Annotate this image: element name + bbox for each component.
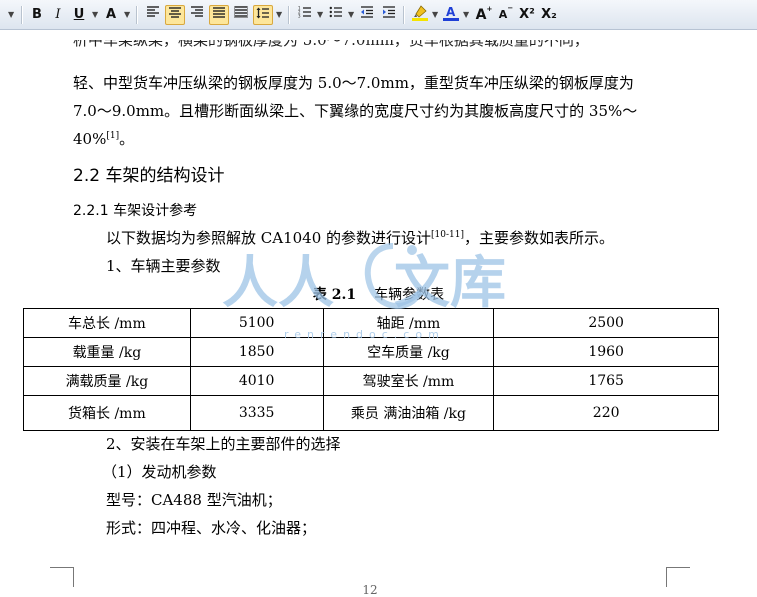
page-corner-mark: [50, 567, 74, 568]
body-text: ，主要参数如表所示。: [464, 229, 615, 247]
grow-font-icon: A: [475, 7, 487, 23]
decrease-indent-icon: [361, 6, 373, 18]
table-cell: 货箱长 /mm: [23, 395, 191, 431]
table-cell: 4010: [189, 366, 324, 396]
highlighter-icon: [412, 5, 428, 21]
list-item: （1）发动机参数: [102, 463, 217, 481]
shrink-font-button[interactable]: A−: [496, 5, 516, 25]
table-caption: 表 2.1 车辆参数表: [0, 284, 757, 304]
body-paragraph-line: 40%[1]。: [73, 129, 134, 149]
highlight-dropdown[interactable]: ▼: [432, 5, 438, 25]
table-cell: 空车质量 /kg: [322, 337, 495, 367]
toolbar-separator: [21, 6, 23, 24]
table-cell: 1850: [189, 337, 324, 367]
table-cell: 车总长 /mm: [23, 308, 191, 338]
align-left-button[interactable]: [143, 5, 163, 25]
justify-button[interactable]: [209, 5, 229, 25]
page-corner-mark: [666, 567, 690, 568]
body-paragraph-line: 7.0～9.0mm。且槽形断面纵梁上、下翼缘的宽度尺寸约为其腹板高度尺寸的 35…: [73, 102, 638, 120]
font-effect-icon: A: [105, 7, 117, 22]
superscript-button[interactable]: X²: [517, 5, 537, 25]
spec-line: 形式：四冲程、水冷、化油器；: [106, 519, 317, 537]
svg-text:3: 3: [298, 14, 301, 19]
table-cell: 3335: [189, 395, 324, 431]
citation-ref[interactable]: [1]: [106, 131, 119, 141]
body-text: 。: [119, 130, 135, 148]
body-text: 以下数据均为参照解放 CA1040 的参数进行设计: [106, 229, 432, 247]
font-color-button[interactable]: A: [441, 5, 461, 25]
highlight-button[interactable]: [410, 5, 430, 25]
align-left-icon: [147, 6, 159, 17]
font-color-icon: A: [443, 5, 459, 21]
align-right-button[interactable]: [187, 5, 207, 25]
toolbar-overflow-dropdown[interactable]: ▼: [8, 5, 14, 25]
section-heading: 2.2 车架的结构设计: [73, 166, 225, 186]
distributed-align-button[interactable]: [231, 5, 251, 25]
grow-font-button[interactable]: A+: [474, 5, 494, 25]
table-row: 载重量 /kg 1850 空车质量 /kg 1960: [23, 337, 719, 367]
table-cell: 载重量 /kg: [23, 337, 191, 367]
align-center-button[interactable]: [165, 5, 185, 25]
table-cell: 满载质量 /kg: [23, 366, 191, 396]
table-row: 满载质量 /kg 4010 驾驶室长 /mm 1765: [23, 366, 719, 396]
font-effect-dropdown[interactable]: ▼: [124, 5, 130, 25]
italic-button[interactable]: I: [49, 5, 67, 25]
underline-dropdown[interactable]: ▼: [92, 5, 98, 25]
line-spacing-icon: [256, 7, 269, 19]
increase-indent-button[interactable]: [379, 5, 399, 25]
line-spacing-dropdown[interactable]: ▼: [276, 5, 282, 25]
decrease-indent-button[interactable]: [357, 5, 377, 25]
table-cell: 5100: [189, 308, 324, 338]
distributed-align-icon: [234, 6, 248, 18]
line-spacing-button[interactable]: [253, 5, 273, 25]
justify-icon: [213, 7, 225, 18]
table-cell: 轴距 /mm: [322, 308, 495, 338]
clipped-text-line: 析中车架纵梁，横梁的钢板厚度为 5.0～7.0mm，货车根据其载质量的不同，: [73, 40, 693, 54]
increase-indent-icon: [383, 6, 395, 18]
subsection-heading: 2.2.1 车架设计参考: [73, 203, 198, 219]
table-row: 货箱长 /mm 3335 乘员 满油油箱 /kg 220: [23, 395, 719, 431]
clipped-text: 析中车架纵梁，横梁的钢板厚度为 5.0～7.0mm，货车根据其载质量的不同，: [73, 40, 589, 49]
numbered-list-button[interactable]: 123: [295, 5, 315, 25]
table-cell: 驾驶室长 /mm: [322, 366, 495, 396]
table-cell: 220: [493, 395, 719, 431]
citation-ref[interactable]: [10-11]: [431, 230, 464, 240]
table-cell: 1765: [493, 366, 719, 396]
bullet-list-dropdown[interactable]: ▼: [348, 5, 354, 25]
bullet-list-button[interactable]: [326, 5, 346, 25]
table-cell: 1960: [493, 337, 719, 367]
subscript-button[interactable]: X₂: [539, 5, 559, 25]
toolbar-separator: [288, 6, 290, 24]
list-item: 2、安装在车架上的主要部件的选择: [106, 435, 341, 453]
table-cell: 2500: [493, 308, 719, 338]
align-right-icon: [191, 6, 203, 17]
body-paragraph-line: 轻、中型货车冲压纵梁的钢板厚度为 5.0～7.0mm，重型货车冲压纵梁的钢板厚度…: [73, 74, 634, 92]
toolbar-separator: [403, 6, 405, 24]
bold-button[interactable]: B: [28, 5, 46, 25]
table-cell: 乘员 满油油箱 /kg: [322, 395, 495, 431]
table-caption-number: 表 2.1: [312, 287, 357, 303]
body-text: 40%: [73, 130, 107, 148]
font-color-dropdown[interactable]: ▼: [463, 5, 469, 25]
page-number: 12: [362, 583, 378, 597]
intro-paragraph: 以下数据均为参照解放 CA1040 的参数进行设计[10-11]，主要参数如表所…: [106, 228, 614, 248]
numbered-list-icon: 123: [298, 6, 311, 19]
svg-text:A: A: [446, 5, 456, 19]
table-row: 车总长 /mm 5100 轴距 /mm 2500: [23, 308, 719, 338]
formatting-toolbar: ▼ B I U ▼ A ▼ ▼ 123 ▼ ▼ ▼ A ▼ A+ A− X² X…: [0, 0, 757, 30]
underline-button[interactable]: U: [70, 5, 88, 25]
toolbar-separator: [136, 6, 138, 24]
table-caption-text: 车辆参数表: [374, 287, 445, 303]
align-center-icon: [169, 7, 181, 18]
bullet-list-icon: [329, 6, 342, 18]
vehicle-parameter-table: 车总长 /mm 5100 轴距 /mm 2500 载重量 /kg 1850 空车…: [23, 308, 719, 431]
font-effect-button[interactable]: A: [102, 5, 120, 25]
spec-line: 型号：CA488 型汽油机；: [106, 491, 282, 509]
numbered-list-dropdown[interactable]: ▼: [317, 5, 323, 25]
list-item: 1、车辆主要参数: [106, 257, 221, 275]
watermark-swirl-icon: [364, 243, 423, 309]
